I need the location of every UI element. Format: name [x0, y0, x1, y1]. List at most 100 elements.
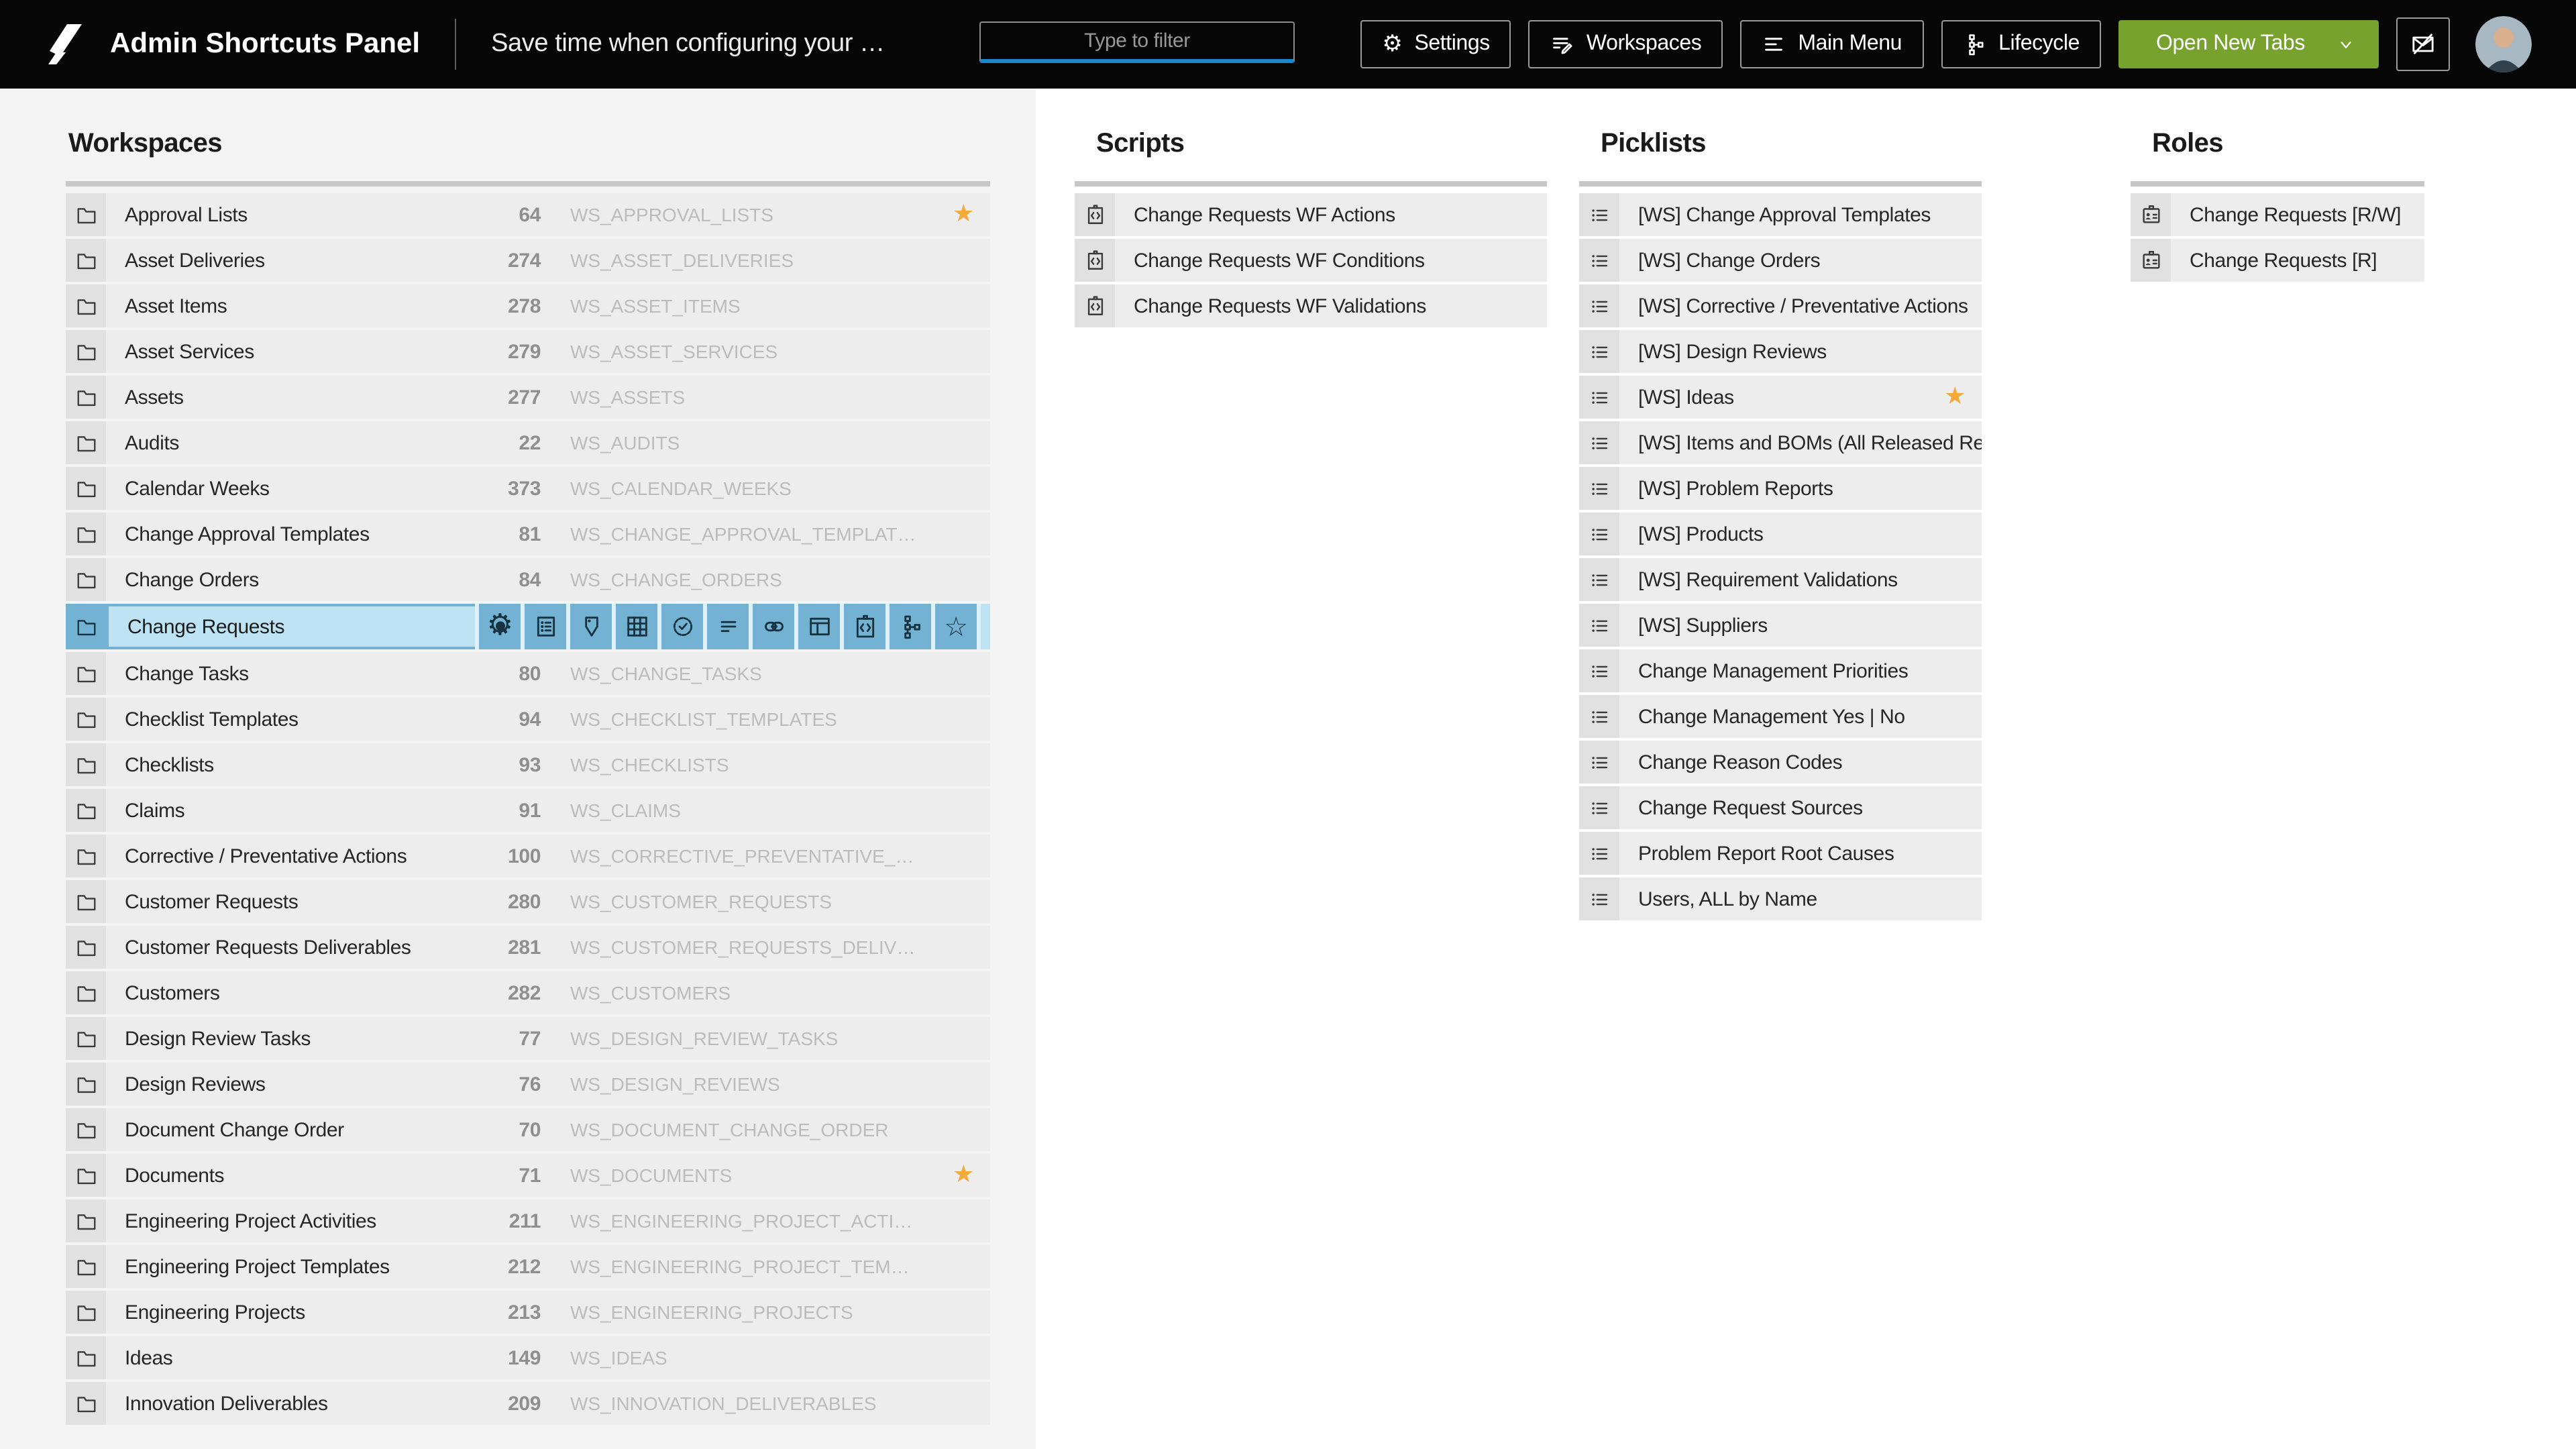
workspace-row[interactable]: Change Tasks 80 WS_CHANGE_TASKS	[66, 652, 990, 695]
picklist-row[interactable]: Change Management Yes | No	[1579, 695, 1982, 738]
scripts-rows: Change Requests WF Actions Change Reques…	[1075, 193, 1547, 327]
script-row[interactable]: Change Requests WF Actions	[1075, 193, 1547, 236]
folder-icon	[66, 743, 106, 786]
table-columns-icon[interactable]	[794, 604, 840, 649]
link-icon[interactable]	[749, 604, 794, 649]
favorite-star-icon: ★	[953, 1163, 974, 1187]
workspace-row[interactable]: Document Change Order 70 WS_DOCUMENT_CHA…	[66, 1108, 990, 1151]
picklist-row[interactable]: [WS] Problem Reports	[1579, 467, 1982, 510]
roles-rule	[2131, 181, 2424, 186]
settings-button[interactable]: ⚙ Settings	[1360, 20, 1511, 68]
list-icon	[1579, 193, 1619, 236]
workspace-row[interactable]: Innovation Deliverables 209 WS_INNOVATIO…	[66, 1382, 990, 1425]
workspace-row[interactable]: Asset Services 279 WS_ASSET_SERVICES	[66, 330, 990, 373]
folder-icon	[66, 835, 106, 877]
folder-icon	[66, 1291, 106, 1334]
list-icon	[1579, 604, 1619, 647]
picklist-row[interactable]: [WS] Change Orders	[1579, 239, 1982, 282]
workspace-row[interactable]: Assets 277 WS_ASSETS	[66, 376, 990, 419]
workspace-row[interactable]: Customer Requests 280 WS_CUSTOMER_REQUES…	[66, 880, 990, 923]
workspaces-button[interactable]: Workspaces	[1529, 20, 1723, 68]
folder-icon	[66, 1154, 106, 1197]
list-icon	[1579, 877, 1619, 920]
script-row[interactable]: Change Requests WF Validations	[1075, 284, 1547, 327]
lifecycle-button[interactable]: Lifecycle	[1941, 20, 2101, 68]
script-row[interactable]: Change Requests WF Conditions	[1075, 239, 1547, 282]
folder-icon	[66, 558, 106, 601]
main-menu-button[interactable]: Main Menu	[1740, 20, 1923, 68]
mail-disabled-button[interactable]	[2396, 17, 2450, 71]
workspace-row[interactable]: Approval Lists 64 WS_APPROVAL_LISTS ★	[66, 193, 990, 236]
picklist-row[interactable]: Change Request Sources	[1579, 786, 1982, 829]
folder-icon	[66, 239, 106, 282]
lifecycle-icon[interactable]	[885, 604, 931, 649]
edit-list-icon	[1550, 32, 1574, 56]
workspace-row[interactable]: Design Review Tasks 77 WS_DESIGN_REVIEW_…	[66, 1017, 990, 1060]
folder-icon	[66, 193, 106, 236]
workspace-row[interactable]: Ideas 149 WS_IDEAS	[66, 1336, 990, 1379]
folder-icon	[66, 880, 106, 923]
star-outline-icon[interactable]: ☆	[931, 604, 977, 649]
mail-slash-icon	[2410, 31, 2436, 58]
workspace-row-highlighted[interactable]: Change Requests ⚙	[66, 604, 990, 649]
picklist-row[interactable]: [WS] Products	[1579, 513, 1982, 555]
folder-icon	[66, 1382, 106, 1425]
filter-input[interactable]	[979, 21, 1295, 63]
folder-icon	[66, 284, 106, 327]
favorite-star-icon: ★	[1944, 385, 1966, 409]
list-icon	[1579, 558, 1619, 601]
picklist-row[interactable]: Change Reason Codes	[1579, 741, 1982, 784]
workspaces-rows-after: Change Tasks 80 WS_CHANGE_TASKS Checklis…	[66, 652, 990, 1425]
workspace-row[interactable]: Change Orders 84 WS_CHANGE_ORDERS	[66, 558, 990, 601]
workspace-row[interactable]: Checklists 93 WS_CHECKLISTS	[66, 743, 990, 786]
workspace-row[interactable]: Asset Items 278 WS_ASSET_ITEMS	[66, 284, 990, 327]
workspace-row[interactable]: Engineering Projects 213 WS_ENGINEERING_…	[66, 1291, 990, 1334]
text-lines-icon[interactable]	[703, 604, 749, 649]
workspace-row[interactable]: Change Approval Templates 81 WS_CHANGE_A…	[66, 513, 990, 555]
user-avatar[interactable]	[2475, 16, 2532, 72]
header-bar: Admin Shortcuts Panel Save time when con…	[0, 0, 2576, 89]
picklist-row[interactable]: Problem Report Root Causes	[1579, 832, 1982, 875]
roles-title: Roles	[2152, 129, 2424, 161]
picklist-row[interactable]: [WS] Change Approval Templates	[1579, 193, 1982, 236]
workspace-row[interactable]: Engineering Project Templates 212 WS_ENG…	[66, 1245, 990, 1288]
roles-rows: Change Requests [R/W] Change Requests [R…	[2131, 193, 2424, 282]
scripts-title: Scripts	[1096, 129, 1547, 161]
workspace-row[interactable]: Design Reviews 76 WS_DESIGN_REVIEWS	[66, 1063, 990, 1106]
form-icon[interactable]	[521, 604, 566, 649]
picklist-row[interactable]: [WS] Suppliers	[1579, 604, 1982, 647]
picklist-row[interactable]: Change Management Priorities	[1579, 649, 1982, 692]
list-icon	[1579, 786, 1619, 829]
open-new-tabs-button[interactable]: Open New Tabs	[2118, 20, 2379, 68]
folder-icon	[66, 604, 106, 649]
picklist-row[interactable]: [WS] Ideas ★	[1579, 376, 1982, 419]
picklist-row[interactable]: [WS] Items and BOMs (All Released Revs)	[1579, 421, 1982, 464]
verified-seal-icon[interactable]	[657, 604, 703, 649]
settings-gear-icon[interactable]: ⚙	[475, 604, 521, 649]
workspace-row[interactable]: Claims 91 WS_CLAIMS	[66, 789, 990, 832]
workspace-row[interactable]: Customers 282 WS_CUSTOMERS	[66, 971, 990, 1014]
picklist-row[interactable]: [WS] Requirement Validations	[1579, 558, 1982, 601]
picklist-row[interactable]: Users, ALL by Name	[1579, 877, 1982, 920]
role-row[interactable]: Change Requests [R]	[2131, 239, 2424, 282]
folder-icon	[66, 467, 106, 510]
workspace-row[interactable]: Checklist Templates 94 WS_CHECKLIST_TEMP…	[66, 698, 990, 741]
workspace-row[interactable]: Customer Requests Deliverables 281 WS_CU…	[66, 926, 990, 969]
workspace-row[interactable]: Corrective / Preventative Actions 100 WS…	[66, 835, 990, 877]
tag-icon[interactable]	[566, 604, 612, 649]
picklist-row[interactable]: [WS] Corrective / Preventative Actions	[1579, 284, 1982, 327]
workspace-row[interactable]: Engineering Project Activities 211 WS_EN…	[66, 1199, 990, 1242]
workspace-row[interactable]: Documents 71 WS_DOCUMENTS ★	[66, 1154, 990, 1197]
code-script-icon[interactable]	[840, 604, 885, 649]
workspace-row[interactable]: Calendar Weeks 373 WS_CALENDAR_WEEKS	[66, 467, 990, 510]
scripts-column: Scripts Change Requests WF Actions	[1075, 89, 1547, 330]
list-icon	[1579, 421, 1619, 464]
roles-column: Roles Change Requests [R/W]	[2131, 89, 2424, 284]
list-icon	[1579, 695, 1619, 738]
workspace-row[interactable]: Asset Deliveries 274 WS_ASSET_DELIVERIES	[66, 239, 990, 282]
menu-lines-icon	[1762, 32, 1786, 56]
grid-icon[interactable]	[612, 604, 657, 649]
workspace-row[interactable]: Audits 22 WS_AUDITS	[66, 421, 990, 464]
role-row[interactable]: Change Requests [R/W]	[2131, 193, 2424, 236]
picklist-row[interactable]: [WS] Design Reviews	[1579, 330, 1982, 373]
